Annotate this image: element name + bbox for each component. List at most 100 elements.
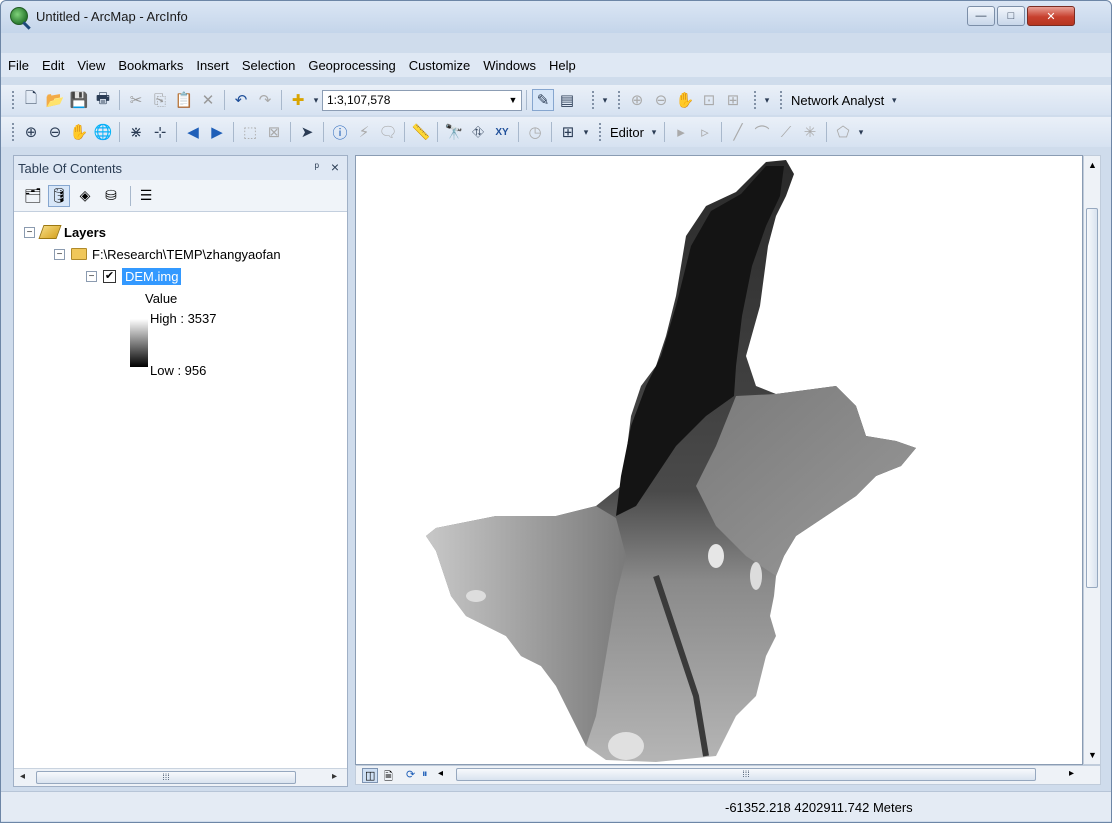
scroll-thumb[interactable]	[1086, 208, 1098, 588]
zoom-layout-icon[interactable]: ⊕	[626, 89, 648, 111]
network-analyst-menu[interactable]: Network Analyst	[791, 93, 884, 108]
menu-selection[interactable]: Selection	[235, 58, 301, 73]
save-icon[interactable]: 💾	[68, 89, 90, 111]
zoom-in-icon[interactable]: ⊕	[20, 121, 42, 143]
list-by-selection-icon[interactable]: ⛁	[100, 185, 122, 207]
pan-icon[interactable]: ✋	[68, 121, 90, 143]
create-viewer-icon[interactable]: ⊞	[557, 121, 579, 143]
data-view-icon[interactable]: ◫	[362, 768, 379, 783]
pan-layout-icon[interactable]: ✋	[674, 89, 696, 111]
clear-selection-icon[interactable]: ⊠	[263, 121, 285, 143]
toolbar-grip[interactable]	[598, 122, 602, 142]
toolbar-options-icon[interactable]: ▾	[762, 89, 772, 111]
collapse-icon[interactable]: −	[86, 270, 97, 282]
edit-vertices-icon[interactable]: ⬠	[832, 121, 854, 143]
scroll-thumb[interactable]: ⁞⁞⁞	[36, 771, 296, 784]
minimize-button[interactable]: —	[967, 6, 995, 26]
edit-tool-icon[interactable]: ▸	[670, 121, 692, 143]
scroll-right-icon[interactable]: ▸	[332, 771, 337, 782]
back-extent-icon[interactable]: ◀	[182, 121, 204, 143]
scroll-down-icon[interactable]: ▼	[1088, 750, 1097, 760]
menu-bookmarks[interactable]: Bookmarks	[111, 58, 189, 73]
list-by-visibility-icon[interactable]: ◈	[74, 185, 96, 207]
straight-segment-icon[interactable]: ╱	[727, 121, 749, 143]
find-route-icon[interactable]: ⛗	[467, 121, 489, 143]
zoom-layout-out-icon[interactable]: ⊖	[650, 89, 672, 111]
close-button[interactable]: ✕	[1027, 6, 1075, 26]
toolbar-options-icon[interactable]: ▾	[856, 121, 866, 143]
chevron-down-icon[interactable]: ▾	[649, 121, 659, 143]
toolbar-grip[interactable]	[753, 90, 757, 110]
toolbar-grip[interactable]	[591, 90, 595, 110]
layout-view-icon[interactable]: 🗎	[384, 768, 393, 787]
menu-file[interactable]: File	[1, 58, 35, 73]
select-features-icon[interactable]: ⬚	[239, 121, 261, 143]
scroll-thumb[interactable]: ⁞⁞⁞	[456, 768, 1036, 781]
find-icon[interactable]: 🔭	[443, 121, 465, 143]
layer-visibility-checkbox[interactable]: ✔	[103, 269, 116, 283]
redo-icon[interactable]: ↷	[254, 89, 276, 111]
hyperlink-icon[interactable]: ⚡	[353, 121, 375, 143]
toc-horizontal-scrollbar[interactable]: ◂ ⁞⁞⁞ ▸	[14, 768, 347, 786]
tree-item-folder[interactable]: − F:\Research\TEMP\zhangyaofan	[54, 244, 281, 264]
menu-insert[interactable]: Insert	[189, 58, 235, 73]
edit-annotation-icon[interactable]: ▹	[694, 121, 716, 143]
map-display[interactable]	[355, 155, 1083, 765]
cut-icon[interactable]: ✂	[125, 89, 147, 111]
full-page-icon[interactable]: ⊡	[698, 89, 720, 111]
scroll-up-icon[interactable]: ▲	[1088, 160, 1097, 170]
map-vertical-scrollbar[interactable]: ▲ ▼	[1083, 155, 1101, 765]
zoom-out-icon[interactable]: ⊖	[44, 121, 66, 143]
end-point-arc-icon[interactable]: ⌒	[751, 121, 773, 143]
scroll-left-icon[interactable]: ◂	[20, 771, 25, 782]
trace-icon[interactable]: ⟋	[775, 121, 797, 143]
fixed-zoom-in-icon[interactable]: ⋇	[125, 121, 147, 143]
close-icon[interactable]: ×	[331, 159, 339, 175]
toolbar-options-icon[interactable]: ▾	[581, 121, 591, 143]
scroll-right-icon[interactable]: ▸	[1069, 768, 1074, 779]
open-icon[interactable]: 📂	[44, 89, 66, 111]
undo-icon[interactable]: ↶	[230, 89, 252, 111]
collapse-icon[interactable]: −	[24, 226, 35, 238]
identify-icon[interactable]: ⓘ	[329, 121, 351, 143]
menu-edit[interactable]: Edit	[35, 58, 70, 73]
select-elements-icon[interactable]: ➤	[296, 121, 318, 143]
list-by-source-icon[interactable]: 🛢	[48, 184, 70, 207]
editor-toolbar-icon[interactable]: ✎	[532, 89, 554, 111]
tree-item-dem[interactable]: − ✔ DEM.img	[86, 266, 182, 286]
toolbar-grip[interactable]	[11, 90, 15, 110]
go-to-xy-icon[interactable]: XY	[491, 121, 513, 143]
paste-icon[interactable]: 📋	[173, 89, 195, 111]
point-icon[interactable]: ✳	[799, 121, 821, 143]
editor-menu[interactable]: Editor	[610, 125, 644, 140]
map-scale-combobox[interactable]: 1:3,107,578 ▼	[322, 89, 522, 111]
time-slider-icon[interactable]: ◷	[524, 121, 546, 143]
chevron-down-icon[interactable]: ▾	[889, 89, 899, 111]
toolbar-grip[interactable]	[11, 122, 15, 142]
forward-extent-icon[interactable]: ▶	[206, 121, 228, 143]
menu-view[interactable]: View	[70, 58, 111, 73]
tree-item-layers[interactable]: − Layers	[24, 222, 106, 242]
full-extent-icon[interactable]: 🌐	[92, 121, 114, 143]
scroll-left-icon[interactable]: ◂	[438, 768, 443, 779]
new-icon[interactable]: 🗋	[20, 89, 42, 111]
fixed-zoom-out-icon[interactable]: ⊹	[149, 121, 171, 143]
add-data-dropdown-icon[interactable]: ▾	[311, 89, 321, 111]
add-data-icon[interactable]: ✚	[287, 89, 309, 111]
toolbar-grip[interactable]	[779, 90, 783, 110]
refresh-icon[interactable]: ⟳	[406, 768, 415, 781]
maximize-button[interactable]: □	[997, 6, 1025, 26]
options-icon[interactable]: ☰	[135, 185, 157, 207]
copy-icon[interactable]: ⎘	[149, 89, 171, 111]
toolbar-grip[interactable]	[617, 90, 621, 110]
pause-drawing-icon[interactable]: ⏸	[422, 768, 428, 781]
layer-name-label[interactable]: DEM.img	[122, 267, 182, 285]
measure-icon[interactable]: 📏	[410, 121, 432, 143]
zoom-100-icon[interactable]: ⊞	[722, 89, 744, 111]
chevron-down-icon[interactable]: ▼	[505, 95, 521, 105]
pin-icon[interactable]: ᵖ	[314, 160, 319, 174]
menu-windows[interactable]: Windows	[476, 58, 542, 73]
html-popup-icon[interactable]: 🗨	[377, 121, 399, 143]
delete-icon[interactable]: ✕	[197, 89, 219, 111]
menu-help[interactable]: Help	[542, 58, 582, 73]
